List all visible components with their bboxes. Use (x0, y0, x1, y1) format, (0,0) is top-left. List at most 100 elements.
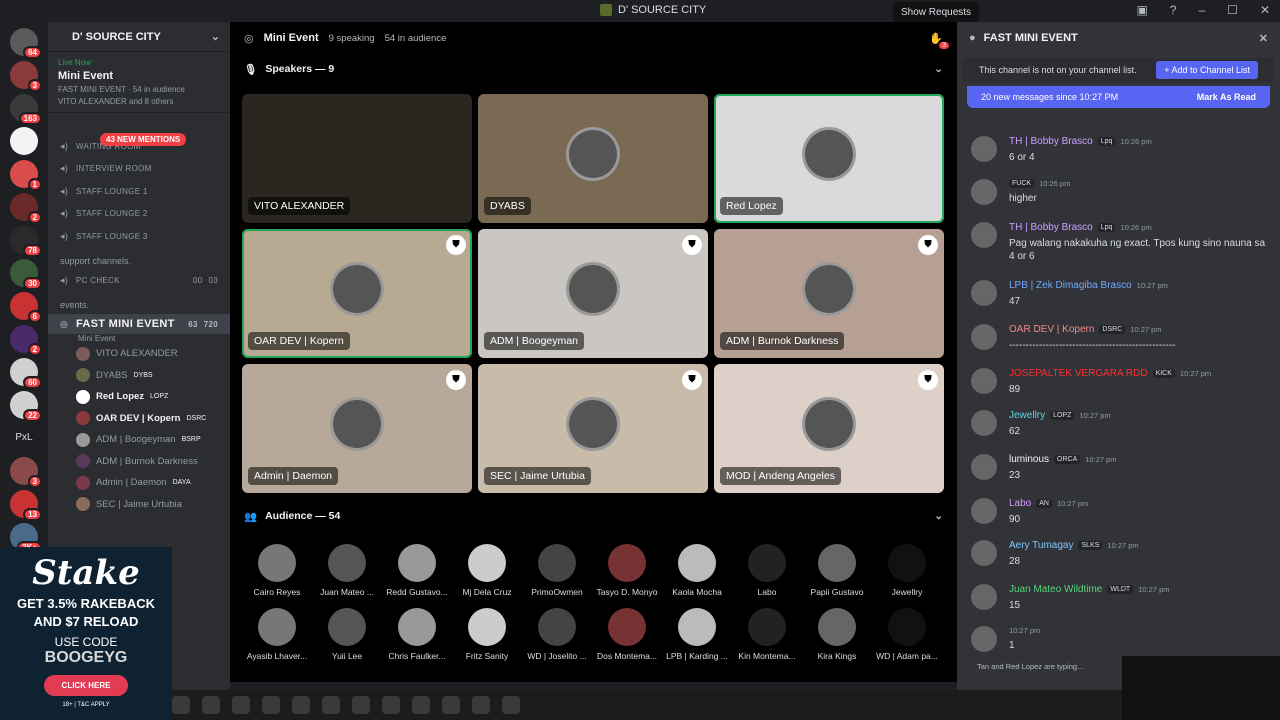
voice-member[interactable]: ADM | Burnok Darkness (48, 451, 230, 473)
author-name[interactable]: TH | Bobby Brasco (1009, 136, 1093, 147)
avatar[interactable] (971, 222, 997, 248)
stake-ad[interactable]: Stake GET 3.5% RAKEBACK AND $7 RELOAD US… (0, 547, 172, 720)
taskbar-app-icon[interactable] (502, 696, 520, 714)
voice-channel[interactable]: ◂) STAFF LOUNGE 1 (48, 180, 230, 203)
inbox-icon[interactable]: ▣ (1136, 3, 1147, 17)
taskbar-app-icon[interactable] (322, 696, 340, 714)
avatar[interactable] (971, 179, 997, 205)
new-mentions-badge[interactable]: 43 NEW MENTIONS (100, 133, 187, 146)
audience-member[interactable]: Ayasib Lhaver... (242, 608, 312, 661)
voice-member[interactable]: Red Lopez LOPZ (48, 386, 230, 408)
taskbar-app-icon[interactable] (352, 696, 370, 714)
category-events[interactable]: events. (48, 292, 230, 314)
taskbar-app-icon[interactable] (442, 696, 460, 714)
taskbar-app-icon[interactable] (262, 696, 280, 714)
taskbar-app-icon[interactable] (202, 696, 220, 714)
avatar[interactable] (971, 280, 997, 306)
mark-as-read-button[interactable]: Mark As Read (1197, 92, 1256, 102)
audience-member[interactable]: Kira Kings (802, 608, 872, 661)
avatar[interactable] (971, 454, 997, 480)
audience-member[interactable]: Kin Montema... (732, 608, 802, 661)
voice-member[interactable]: Admin | Daemon DAYA (48, 472, 230, 494)
avatar[interactable] (971, 540, 997, 566)
speaker-tile[interactable]: ⛊ ADM | Burnok Darkness (714, 229, 944, 358)
server-header[interactable]: D' SOURCE CITY ⌄ (48, 22, 230, 52)
voice-member[interactable]: SEC | Jaime Urtubia (48, 494, 230, 516)
speaker-tile[interactable]: ⛊ OAR DEV | Kopern (242, 229, 472, 358)
server-icon[interactable]: 3 (10, 61, 42, 92)
server-icon[interactable]: 60 (10, 358, 42, 389)
avatar[interactable] (971, 410, 997, 436)
audience-member[interactable]: Papii Gustavo (802, 544, 872, 597)
speaker-tile[interactable]: Red Lopez (714, 94, 944, 223)
avatar[interactable] (971, 324, 997, 350)
voice-member[interactable]: DYABS DYBS (48, 365, 230, 387)
author-name[interactable]: luminous (1009, 454, 1049, 465)
audience-member[interactable]: Redd Gustavo... (382, 544, 452, 597)
server-icon[interactable]: PxL (10, 424, 38, 452)
server-icon[interactable]: 6 (10, 292, 42, 323)
speaker-tile[interactable]: ⛊ MOD | Andeng Angeles (714, 364, 944, 493)
audience-member[interactable]: Yuii Lee (312, 608, 382, 661)
author-name[interactable]: Aery Tumagay (1009, 540, 1073, 551)
audience-member[interactable]: WD | Joselito ... (522, 608, 592, 661)
channel-pc-check[interactable]: ◂) PC CHECK 00 03 (48, 270, 230, 293)
help-icon[interactable]: ? (1170, 3, 1177, 17)
server-icon[interactable]: 13 (10, 490, 42, 521)
audience-member[interactable]: Jewellry (872, 544, 942, 597)
server-icon[interactable]: 3 (10, 457, 42, 488)
maximize-button[interactable]: ☐ (1227, 3, 1238, 17)
taskbar-app-icon[interactable] (292, 696, 310, 714)
audience-member[interactable]: Cairo Reyes (242, 544, 312, 597)
audience-member[interactable]: Dos Montema... (592, 608, 662, 661)
audience-member[interactable]: Fritz Sanity (452, 608, 522, 661)
speaker-tile[interactable]: DYABS (478, 94, 708, 223)
server-icon[interactable]: 64 (10, 28, 42, 59)
avatar[interactable] (971, 498, 997, 524)
speaker-tile[interactable]: ⛊ ADM | Boogeyman (478, 229, 708, 358)
minimize-button[interactable]: – (1198, 3, 1205, 17)
close-icon[interactable]: ✕ (1259, 32, 1268, 45)
avatar[interactable] (971, 626, 997, 652)
close-button[interactable]: ✕ (1260, 3, 1270, 17)
author-name[interactable]: Juan Mateo Wildtime (1009, 584, 1102, 595)
avatar[interactable] (971, 584, 997, 610)
avatar[interactable] (971, 368, 997, 394)
channel-fast-mini-event[interactable]: ◎ FAST MINI EVENT 63 720 (48, 314, 230, 334)
author-name[interactable]: Labo (1009, 498, 1031, 509)
audience-member[interactable]: Tasyo D. Monyo (592, 544, 662, 597)
ad-click-button[interactable]: CLICK HERE (43, 675, 129, 696)
speaker-tile[interactable]: ⛊ SEC | Jaime Urtubia (478, 364, 708, 493)
audience-member[interactable]: Juan Mateo ... (312, 544, 382, 597)
avatar[interactable] (971, 136, 997, 162)
voice-member[interactable]: ADM | Boogeyman BSRP (48, 429, 230, 451)
author-name[interactable]: OAR DEV | Kopern (1009, 324, 1094, 335)
server-icon[interactable]: 2 (10, 193, 42, 224)
show-requests-button[interactable]: ✋ 3 (929, 32, 949, 49)
server-icon[interactable] (10, 127, 38, 155)
server-icon[interactable]: 78 (10, 226, 42, 257)
server-icon[interactable]: 2 (10, 325, 42, 356)
audience-member[interactable]: WD | Adam pa... (872, 608, 942, 661)
voice-channel[interactable]: ◂) INTERVIEW ROOM (48, 158, 230, 181)
audience-member[interactable]: Chris Faulker... (382, 608, 452, 661)
taskbar-app-icon[interactable] (412, 696, 430, 714)
audience-member[interactable]: Kaola Mocha (662, 544, 732, 597)
author-name[interactable]: Jewellry (1009, 410, 1045, 421)
audience-member[interactable]: LPB | Karding ... (662, 608, 732, 661)
server-icon[interactable]: 163 (10, 94, 42, 125)
voice-channel[interactable]: ◂) STAFF LOUNGE 3 (48, 225, 230, 248)
audience-member[interactable]: Labo (732, 544, 802, 597)
new-messages-bar[interactable]: 20 new messages since 10:27 PM Mark As Re… (967, 86, 1270, 108)
taskbar-app-icon[interactable] (472, 696, 490, 714)
voice-member[interactable]: VITO ALEXANDER (48, 343, 230, 365)
speakers-section-header[interactable]: 🎙 Speakers — 9 ⌄ (230, 54, 957, 84)
taskbar-app-icon[interactable] (382, 696, 400, 714)
author-name[interactable]: LPB | Zek Dimagiba Brasco (1009, 280, 1132, 291)
server-icon[interactable]: 1 (10, 160, 42, 191)
taskbar-app-icon[interactable] (232, 696, 250, 714)
server-icon[interactable]: 30 (10, 259, 42, 290)
author-name[interactable]: TH | Bobby Brasco (1009, 222, 1093, 233)
voice-channel[interactable]: ◂) STAFF LOUNGE 2 (48, 203, 230, 226)
audience-member[interactable]: PrimoOwmen (522, 544, 592, 597)
